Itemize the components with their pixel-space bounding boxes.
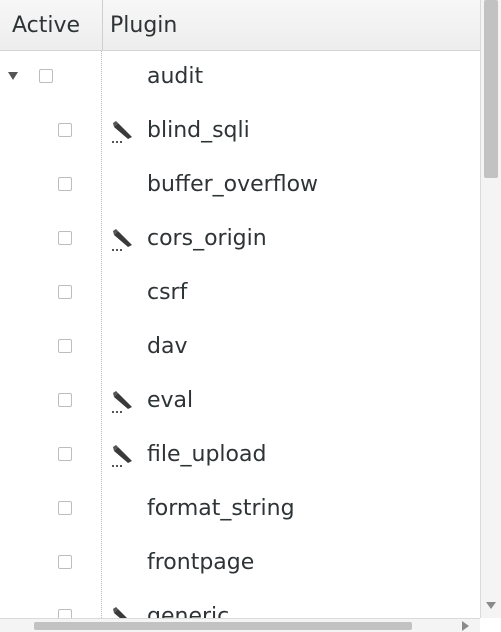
plugin-label: blind_sqli bbox=[147, 118, 250, 143]
plugin-label: eval bbox=[147, 388, 194, 413]
active-checkbox[interactable] bbox=[58, 231, 72, 245]
tree-row[interactable]: audit bbox=[0, 51, 480, 105]
plugin-label: buffer_overflow bbox=[147, 172, 319, 197]
active-checkbox[interactable] bbox=[58, 393, 72, 407]
column-header-plugin-label: Plugin bbox=[110, 13, 178, 38]
scroll-right-arrow-icon[interactable] bbox=[462, 621, 469, 631]
plugin-label: frontpage bbox=[147, 550, 255, 575]
column-header-active-label: Active bbox=[12, 13, 81, 38]
active-checkbox[interactable] bbox=[58, 339, 72, 353]
tree-row[interactable]: format_string bbox=[0, 483, 480, 537]
triangle-down-icon[interactable] bbox=[8, 72, 18, 80]
tree-row[interactable]: file_upload bbox=[0, 429, 480, 483]
tree-row[interactable]: eval bbox=[0, 375, 480, 429]
tree-row[interactable]: csrf bbox=[0, 267, 480, 321]
plugin-label: dav bbox=[147, 334, 188, 359]
plugin-label: file_upload bbox=[147, 442, 267, 467]
pencil-edit-icon bbox=[112, 391, 132, 413]
plugin-label: cors_origin bbox=[147, 226, 267, 251]
pencil-edit-icon bbox=[112, 121, 132, 143]
active-checkbox[interactable] bbox=[58, 285, 72, 299]
active-checkbox[interactable] bbox=[58, 555, 72, 569]
column-header-active[interactable]: Active bbox=[0, 0, 103, 50]
active-checkbox[interactable] bbox=[58, 501, 72, 515]
vertical-scrollbar[interactable] bbox=[480, 0, 501, 618]
tree-rows: audit blind_sqli buffer_overflow cors_or… bbox=[0, 51, 480, 632]
plugin-label: format_string bbox=[147, 496, 295, 521]
plugin-label: audit bbox=[147, 64, 204, 89]
active-checkbox[interactable] bbox=[58, 123, 72, 137]
tree-row[interactable]: cors_origin bbox=[0, 213, 480, 267]
pencil-edit-icon bbox=[112, 445, 132, 467]
horizontal-scroll-thumb[interactable] bbox=[34, 622, 412, 630]
vertical-scroll-thumb[interactable] bbox=[484, 0, 498, 178]
pencil-edit-icon bbox=[112, 229, 132, 251]
tree-row[interactable]: dav bbox=[0, 321, 480, 375]
tree-row[interactable]: frontpage bbox=[0, 537, 480, 591]
active-checkbox[interactable] bbox=[58, 177, 72, 191]
active-checkbox[interactable] bbox=[58, 447, 72, 461]
plugin-tree-view: Active Plugin audit blind_sqli buffer_ov… bbox=[0, 0, 501, 632]
horizontal-scrollbar[interactable] bbox=[0, 618, 480, 632]
tree-row[interactable]: buffer_overflow bbox=[0, 159, 480, 213]
plugin-label: csrf bbox=[147, 280, 188, 305]
scroll-down-arrow-icon[interactable] bbox=[486, 602, 496, 609]
active-checkbox[interactable] bbox=[39, 69, 53, 83]
tree-header: Active Plugin bbox=[0, 0, 480, 51]
tree-row[interactable]: blind_sqli bbox=[0, 105, 480, 159]
